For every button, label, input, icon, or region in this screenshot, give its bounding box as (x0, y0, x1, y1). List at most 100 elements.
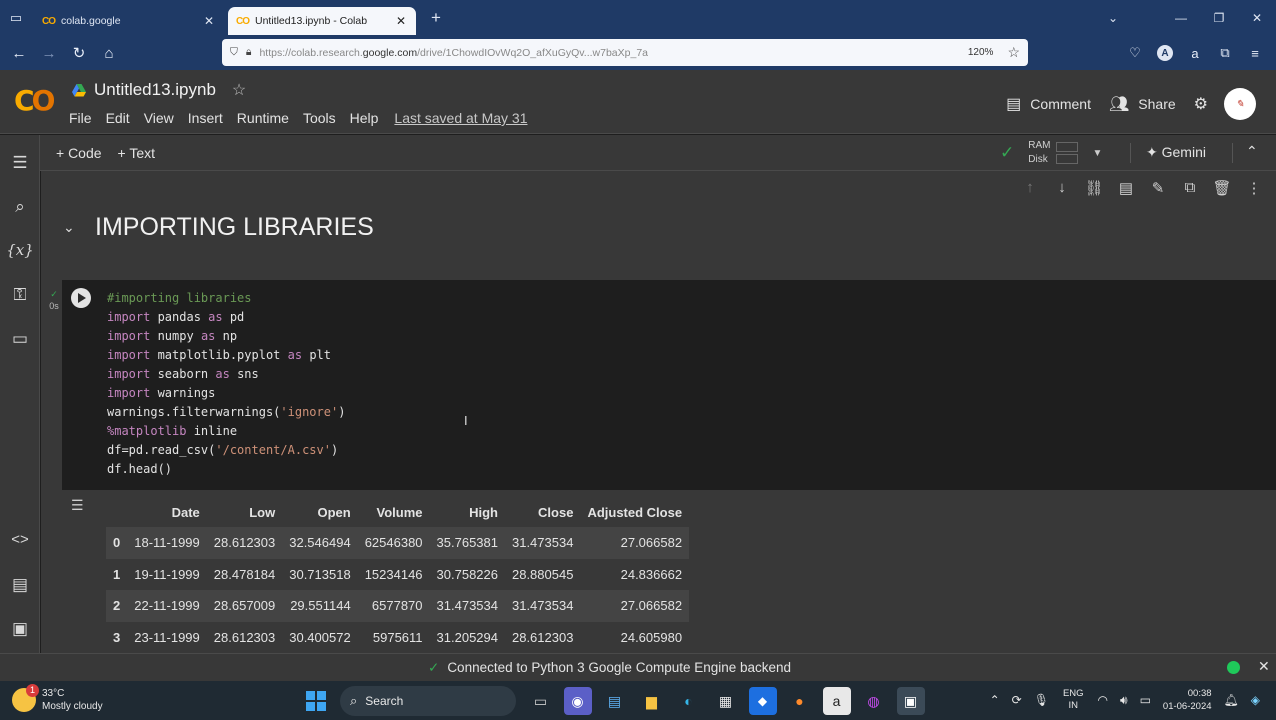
notepad-icon[interactable]: ▤ (601, 687, 629, 715)
share-button[interactable]: 👥︎ Share (1109, 94, 1176, 114)
menu-runtime[interactable]: Runtime (237, 110, 289, 126)
text-cell-heading[interactable]: ⌄ IMPORTING LIBRARIES (63, 213, 374, 242)
amazon-extension-icon[interactable]: a (1180, 40, 1210, 66)
taskbar-search[interactable]: ⌕ Search (340, 686, 516, 716)
browser-window-icon[interactable]: ▣ (896, 687, 925, 715)
address-bar[interactable]: ⛉ 🔒︎ https://colab.research.google.com/d… (222, 39, 1028, 66)
menu-edit[interactable]: Edit (106, 110, 130, 126)
clock[interactable]: 00:38 01-06-2024 (1163, 687, 1212, 713)
firefox-icon[interactable]: ● (786, 687, 814, 715)
close-icon[interactable]: ✕ (1258, 658, 1270, 675)
chevron-down-icon[interactable]: ⌄ (63, 219, 85, 236)
table-header-row: Date Low Open Volume High Close Adjusted… (106, 497, 689, 527)
add-code-button[interactable]: + Code (56, 145, 102, 161)
language-indicator[interactable]: ENG IN (1063, 688, 1084, 712)
close-window-icon[interactable]: ✕ (1238, 11, 1276, 25)
avatar[interactable]: ✎ (1224, 88, 1256, 120)
close-tab-icon[interactable]: ✕ (202, 14, 216, 28)
reload-icon[interactable]: ↻ (64, 38, 94, 68)
runtime-dropdown-icon[interactable]: ▼ (1092, 148, 1102, 159)
tab-list-icon[interactable]: ▭ (0, 0, 32, 36)
zoom-level[interactable]: 120% (968, 47, 994, 58)
new-tab-icon[interactable]: + (426, 8, 446, 28)
comment-cell-icon[interactable]: ▤ (1110, 179, 1142, 197)
windows-taskbar: 1 33°C Mostly cloudy ⌕ Search ▭ ◉ ▤ ▆ ◐ … (0, 681, 1276, 720)
battery-icon[interactable]: ▭ (1140, 693, 1151, 707)
menu-tools[interactable]: Tools (303, 110, 336, 126)
menu-file[interactable]: File (69, 110, 92, 126)
code-line: import pandas as pd (107, 310, 245, 324)
notifications-bell-icon[interactable]: 🔔︎ (1224, 693, 1239, 707)
search-icon[interactable]: ⌕ (0, 197, 40, 217)
pocket-icon[interactable]: ♡ (1120, 40, 1150, 66)
collapse-header-icon[interactable]: ⌃ (1246, 143, 1258, 160)
files-folder-icon[interactable]: ▭ (0, 329, 40, 349)
clock-date: 01-06-2024 (1162, 701, 1212, 712)
maximize-icon[interactable]: ❐ (1200, 11, 1238, 25)
copilot-icon[interactable]: ◈ (1251, 693, 1260, 707)
amazon-app-icon[interactable]: a (822, 687, 851, 715)
last-saved-link[interactable]: Last saved at May 31 (394, 110, 527, 126)
home-icon[interactable]: ⌂ (94, 38, 124, 68)
status-indicator-dot[interactable] (1227, 661, 1240, 674)
connection-status: ✓ Connected to Python 3 Google Compute En… (428, 660, 792, 675)
back-icon[interactable]: ← (4, 38, 34, 68)
command-palette-icon[interactable]: ▤ (0, 575, 40, 595)
notebook-title[interactable]: Untitled13.ipynb (94, 80, 216, 100)
mirror-cell-icon[interactable]: ⧉ (1174, 179, 1206, 197)
google-drive-icon[interactable] (72, 83, 86, 97)
microsoft-store-icon[interactable]: ▦ (712, 687, 740, 715)
file-explorer-icon[interactable]: ▆ (638, 687, 666, 715)
minimize-icon[interactable]: — (1162, 11, 1200, 25)
terminal-icon[interactable]: ▣ (0, 619, 40, 639)
tab-colab-google[interactable]: CO colab.google ✕ (34, 7, 224, 35)
move-down-icon[interactable]: ↓ (1046, 179, 1078, 197)
weather-widget[interactable]: 1 33°C Mostly cloudy (12, 684, 103, 713)
teams-icon[interactable]: ◉ (563, 687, 592, 715)
windows-start-icon[interactable] (302, 687, 330, 715)
menu-insert[interactable]: Insert (188, 110, 223, 126)
add-text-button[interactable]: + Text (118, 145, 156, 161)
table-row: 2 22-11-1999 28.657009 29.551144 6577870… (106, 590, 690, 622)
tab-untitled13[interactable]: CO Untitled13.ipynb - Colab ✕ (228, 7, 416, 35)
delete-trash-icon[interactable]: 🗑︎ (1206, 179, 1238, 197)
shield-icon[interactable]: ⛉ (230, 46, 238, 59)
runtime-resources[interactable]: ✓ RAM Disk ▼ (1000, 139, 1102, 167)
more-vert-icon[interactable]: ⋮ (1238, 179, 1270, 197)
menu-view[interactable]: View (144, 110, 174, 126)
microphone-icon[interactable]: 🎙︎ (1034, 693, 1049, 707)
lock-icon[interactable]: 🔒︎ (246, 46, 252, 59)
edge-browser-icon[interactable]: ◐ (675, 687, 703, 715)
wifi-icon[interactable]: ◠ (1098, 693, 1108, 707)
code-snippets-icon[interactable]: <> (0, 531, 40, 548)
output-actions-icon[interactable]: ☰ (71, 497, 84, 514)
move-up-icon[interactable]: ↑ (1014, 179, 1046, 197)
dropbox-icon[interactable]: ◆ (748, 687, 777, 715)
run-cell-button[interactable] (71, 288, 91, 308)
table-of-contents-icon[interactable]: ☰ (0, 153, 40, 173)
code-editor[interactable]: #importing libraries import pandas as pd i… (107, 289, 345, 479)
settings-button[interactable]: ⚙ (1194, 94, 1208, 114)
secrets-key-icon[interactable]: ⚿ (0, 285, 40, 305)
messenger-icon[interactable]: ◍ (860, 687, 888, 715)
variables-icon[interactable]: {x} (0, 241, 40, 259)
close-tab-icon[interactable]: ✕ (394, 14, 408, 28)
menu-help[interactable]: Help (350, 110, 379, 126)
comment-button[interactable]: ▤ Comment (1006, 94, 1091, 114)
edit-pencil-icon[interactable]: ✎ (1142, 179, 1174, 197)
link-icon[interactable]: ⛓ (1078, 179, 1110, 197)
bookmark-star-icon[interactable]: ☆ (1007, 44, 1020, 61)
account-icon[interactable]: A (1157, 45, 1173, 61)
extensions-puzzle-icon[interactable]: ⧉ (1210, 40, 1240, 66)
star-icon[interactable]: ☆ (232, 80, 246, 100)
gemini-button[interactable]: ✦ Gemini (1146, 144, 1206, 161)
forward-icon[interactable]: → (34, 38, 64, 68)
menu-icon[interactable]: ≡ (1240, 40, 1270, 66)
sync-icon[interactable]: ⟳ (1012, 693, 1022, 707)
task-view-icon[interactable]: ▭ (527, 687, 555, 715)
colab-logo-icon[interactable]: CO (14, 84, 55, 117)
tab-overflow-icon[interactable]: ⌄ (1094, 11, 1132, 25)
chevron-up-icon[interactable]: ⌃ (990, 693, 1000, 707)
code-cell[interactable]: ✓ 0s #importing libraries import pandas a… (49, 280, 1276, 490)
volume-icon[interactable]: 🔊︎ (1120, 693, 1128, 708)
